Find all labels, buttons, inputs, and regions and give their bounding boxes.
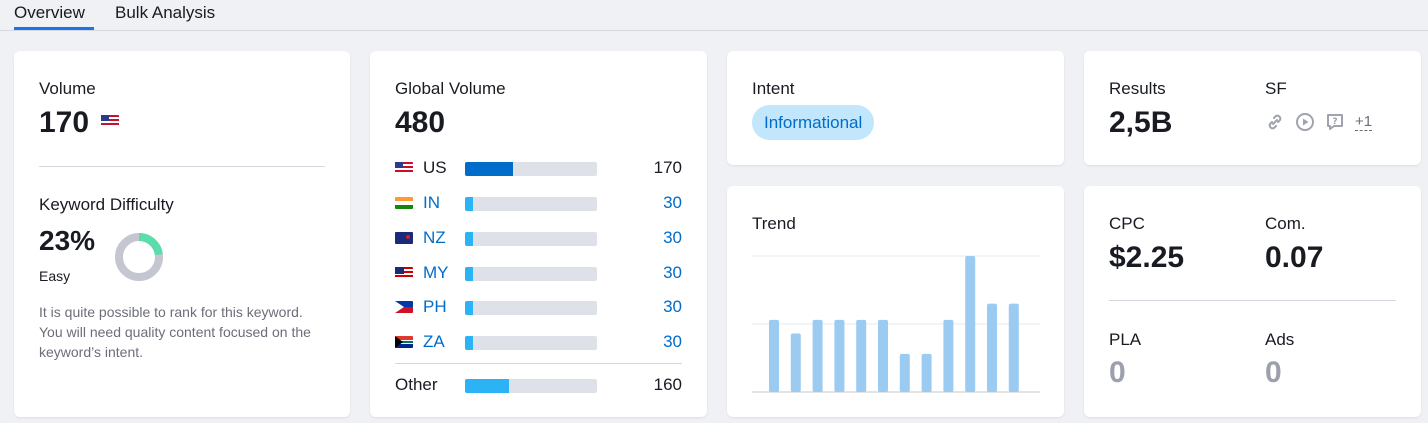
country-code-link[interactable]: MY <box>423 263 449 283</box>
svg-text:?: ? <box>1332 117 1337 127</box>
volume-bar-fill <box>465 267 473 281</box>
volume-number: 170 <box>39 106 90 139</box>
ph-flag-icon <box>395 301 413 313</box>
global-volume-card: Global Volume 480 US 170 IN 30 NZ 30 MY … <box>370 51 707 417</box>
geo-row-nz: NZ 30 <box>395 228 682 248</box>
intent-card: Intent Informational <box>727 51 1064 165</box>
country-volume-link[interactable]: 30 <box>663 193 682 213</box>
com-value: 0.07 <box>1265 241 1324 274</box>
trend-bar[interactable] <box>965 256 976 392</box>
country-volume-link[interactable]: 30 <box>663 297 682 317</box>
results-value: 2,5B <box>1109 106 1173 139</box>
country-code-link[interactable]: PH <box>423 297 447 317</box>
results-card: Results 2,5B SF ? +1 <box>1084 51 1421 165</box>
my-flag-icon <box>395 267 413 279</box>
intent-badge: Informational <box>752 105 875 140</box>
trend-bar[interactable] <box>899 353 910 392</box>
active-tab-indicator <box>14 27 94 30</box>
country-code-link[interactable]: NZ <box>423 228 446 248</box>
trend-bar[interactable] <box>769 319 779 392</box>
global-volume-label: Global Volume <box>395 79 506 98</box>
global-volume-value: 480 <box>395 106 446 139</box>
us-flag-icon <box>101 115 120 128</box>
volume-bar <box>465 379 597 393</box>
volume-value: 170 <box>39 106 120 140</box>
volume-bar <box>465 232 597 246</box>
link-icon[interactable] <box>1265 112 1285 132</box>
volume-bar <box>465 336 597 350</box>
us-flag-icon <box>395 162 413 174</box>
com-label: Com. <box>1265 214 1306 233</box>
volume-bar-fill <box>465 197 473 211</box>
trend-chart <box>752 255 1040 393</box>
country-volume-link[interactable]: 30 <box>663 228 682 248</box>
country-code: US <box>423 158 447 177</box>
cpc-value: $2.25 <box>1109 241 1185 274</box>
sf-more-link[interactable]: +1 <box>1355 113 1373 131</box>
volume-bar-fill <box>465 336 473 350</box>
results-label: Results <box>1109 79 1166 98</box>
country-code-link[interactable]: IN <box>423 193 440 213</box>
trend-bar[interactable] <box>1008 303 1019 392</box>
trend-bar[interactable] <box>878 319 888 392</box>
tab-bar: Overview Bulk Analysis <box>0 0 1428 31</box>
trend-bar[interactable] <box>790 333 801 392</box>
metrics-divider <box>1109 300 1396 301</box>
country-volume-link[interactable]: 30 <box>663 263 682 283</box>
sf-label: SF <box>1265 79 1287 98</box>
in-flag-icon <box>395 197 413 209</box>
cpc-label: CPC <box>1109 214 1145 233</box>
geo-row-us: US 170 <box>395 158 682 178</box>
volume-bar <box>465 197 597 211</box>
kd-value: 23% <box>39 225 96 256</box>
volume-bar <box>465 301 597 315</box>
volume-divider <box>39 166 325 167</box>
intent-label: Intent <box>752 79 795 98</box>
geo-row-other: Other 160 <box>395 375 682 395</box>
sf-icons: ? +1 <box>1265 112 1373 132</box>
nz-flag-icon <box>395 232 413 244</box>
trend-bar[interactable] <box>943 319 954 392</box>
trend-label: Trend <box>752 214 796 233</box>
volume-bar <box>465 267 597 281</box>
geo-row-za: ZA 30 <box>395 332 682 352</box>
ads-label: Ads <box>1265 330 1295 349</box>
geo-row-ph: PH 30 <box>395 297 682 317</box>
other-label: Other <box>395 375 438 394</box>
trend-bar[interactable] <box>987 303 997 392</box>
kd-donut-chart <box>115 233 163 281</box>
kd-label: Keyword Difficulty <box>39 195 174 214</box>
kd-level: Easy <box>39 268 71 284</box>
geo-row-in: IN 30 <box>395 193 682 213</box>
geo-row-my: MY 30 <box>395 263 682 283</box>
pla-label: PLA <box>1109 330 1142 349</box>
other-volume: 160 <box>653 375 682 394</box>
za-flag-icon <box>395 336 413 348</box>
volume-card: Volume 170 Keyword Difficulty 23% Easy I… <box>14 51 350 417</box>
tab-overview[interactable]: Overview <box>14 3 85 23</box>
volume-bar-fill <box>465 232 473 246</box>
pla-value: 0 <box>1109 356 1126 389</box>
volume-label: Volume <box>39 79 96 98</box>
country-volume: 170 <box>653 158 682 177</box>
metrics-card: CPC $2.25 Com. 0.07 PLA 0 Ads 0 <box>1084 186 1421 417</box>
ads-value: 0 <box>1265 356 1282 389</box>
kd-description: It is quite possible to rank for this ke… <box>39 304 311 360</box>
volume-bar-fill <box>465 301 473 315</box>
trend-bar[interactable] <box>921 353 932 392</box>
trend-bar[interactable] <box>834 319 845 392</box>
volume-bar-fill <box>465 379 509 393</box>
country-volume-link[interactable]: 30 <box>663 332 682 352</box>
geo-divider <box>395 363 682 364</box>
volume-bar-fill <box>465 162 513 176</box>
video-icon[interactable] <box>1295 112 1315 132</box>
faq-icon[interactable]: ? <box>1325 112 1345 132</box>
trend-card: Trend <box>727 186 1064 417</box>
country-code-link[interactable]: ZA <box>423 332 445 352</box>
tab-bulk-analysis[interactable]: Bulk Analysis <box>115 3 215 23</box>
trend-bar[interactable] <box>812 319 823 392</box>
volume-bar <box>465 162 597 176</box>
trend-bar[interactable] <box>856 319 867 392</box>
